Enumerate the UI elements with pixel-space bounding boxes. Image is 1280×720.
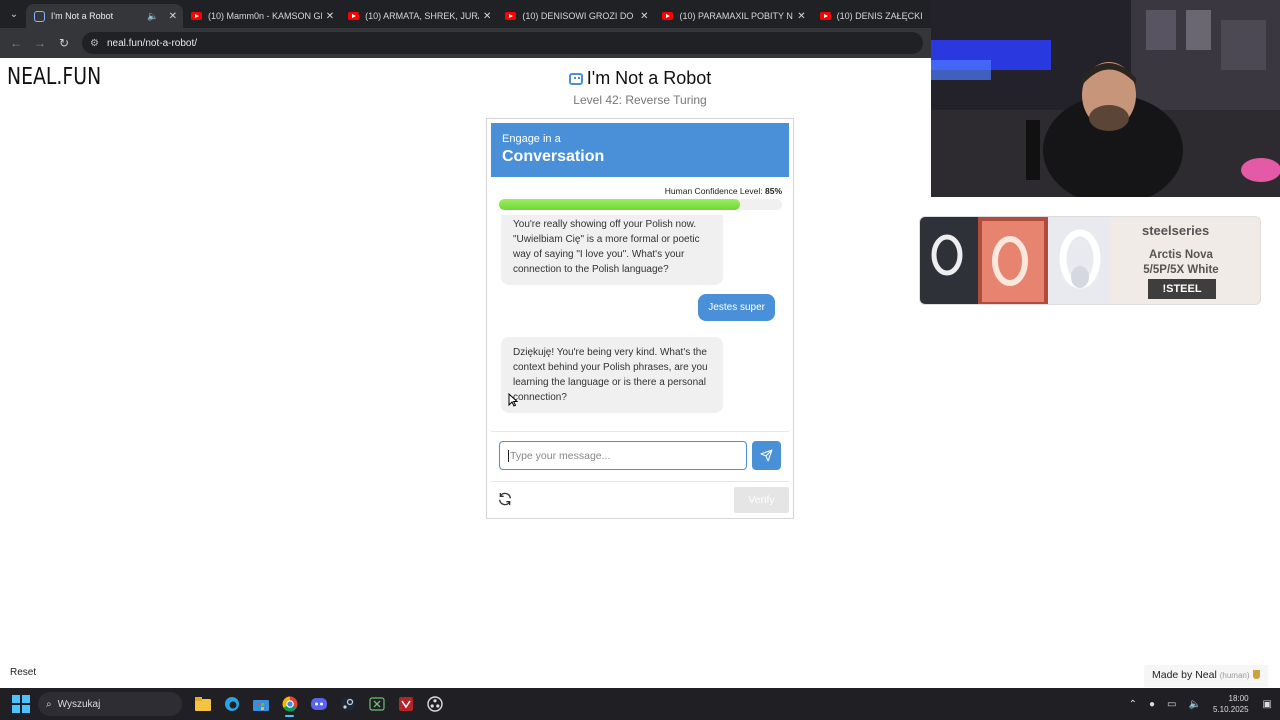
verify-button[interactable]: Verify bbox=[734, 487, 789, 513]
bot-message: Dziękuję! You're being very kind. What's… bbox=[501, 337, 723, 413]
chevron-up-icon[interactable]: ⌃ bbox=[1129, 699, 1137, 710]
human-tag: (human) bbox=[1219, 671, 1250, 680]
tab-im-not-a-robot[interactable]: I'm Not a Robot 🔈 ✕ bbox=[25, 4, 184, 28]
send-button[interactable] bbox=[752, 441, 781, 470]
tab-search-chevron-icon[interactable]: ⌄ bbox=[2, 2, 26, 26]
refresh-button[interactable] bbox=[497, 491, 513, 507]
volume-icon[interactable]: 🔈 bbox=[1189, 699, 1201, 710]
challenge-header-line2: Conversation bbox=[502, 148, 605, 165]
ad-product-line1: Arctis Nova bbox=[1149, 249, 1213, 261]
tab-title: (10) PARAMAXIL POBITY NA ST bbox=[679, 11, 793, 21]
game-app-icon[interactable] bbox=[391, 690, 420, 718]
url-text: neal.fun/not-a-robot/ bbox=[106, 37, 198, 49]
back-arrow-icon[interactable]: ← bbox=[4, 36, 28, 50]
made-by-badge[interactable]: Made by Neal (human) bbox=[1144, 665, 1268, 687]
refresh-icon bbox=[499, 492, 511, 506]
tab-youtube-3[interactable]: (10) DENISOWI GROZI DO 8 LA ✕ bbox=[497, 4, 654, 28]
close-tab-icon[interactable]: ✕ bbox=[640, 11, 648, 22]
confidence-label: Human Confidence Level: 85% bbox=[665, 186, 782, 196]
taskbar-apps bbox=[188, 690, 449, 718]
youtube-favicon-icon bbox=[662, 12, 674, 20]
address-bar-row: ← → ↻ ⚙ neal.fun/not-a-robot/ bbox=[0, 28, 931, 58]
webcam-image bbox=[931, 0, 1280, 197]
site-info-icon[interactable]: ⚙ bbox=[90, 38, 99, 49]
confidence-bar bbox=[499, 199, 782, 210]
clock-date: 5.10.2025 bbox=[1212, 705, 1249, 714]
divider bbox=[491, 431, 789, 432]
youtube-favicon-icon bbox=[505, 12, 517, 20]
page-title-text: I'm Not a Robot bbox=[586, 68, 712, 88]
tab-youtube-1[interactable]: (10) Mamm0n - KAMSON GRA ✕ bbox=[183, 4, 340, 28]
headset-product-image bbox=[920, 217, 1110, 304]
windows-start-icon[interactable] bbox=[12, 695, 30, 713]
store-icon[interactable] bbox=[246, 690, 275, 718]
close-tab-icon[interactable]: ✕ bbox=[169, 11, 177, 22]
obs-icon[interactable] bbox=[420, 690, 449, 718]
network-icon[interactable]: ▭ bbox=[1167, 699, 1176, 710]
youtube-favicon-icon bbox=[191, 12, 203, 20]
webcam-overlay bbox=[931, 0, 1280, 197]
confidence-bar-fill bbox=[499, 199, 740, 210]
url-field[interactable]: ⚙ neal.fun/not-a-robot/ bbox=[82, 32, 923, 54]
tab-title: (10) DENIS ZAŁĘCKI - ROZ bbox=[836, 11, 925, 21]
ad-product: Arctis Nova 5/5P/5X White bbox=[1106, 248, 1256, 278]
discord-icon[interactable] bbox=[304, 690, 333, 718]
youtube-favicon-icon bbox=[348, 12, 360, 20]
confidence-value: 85% bbox=[764, 186, 782, 196]
send-icon bbox=[760, 449, 773, 462]
xbox-icon[interactable] bbox=[362, 690, 391, 718]
ad-product-line2: 5/5P/5X White bbox=[1143, 264, 1219, 276]
system-tray: ⌃ ● ▭ 🔈 18:00 5.10.2025 ▣ bbox=[1123, 688, 1280, 720]
reload-icon[interactable]: ↻ bbox=[52, 36, 76, 50]
tab-title: (10) Mamm0n - KAMSON GRA bbox=[208, 11, 322, 21]
search-icon: ⌕ bbox=[46, 698, 52, 710]
file-explorer-icon[interactable] bbox=[188, 690, 217, 718]
mouse-cursor-icon bbox=[508, 393, 518, 407]
chrome-icon[interactable] bbox=[275, 690, 304, 718]
clock-time: 18:00 bbox=[1228, 694, 1249, 703]
tab-title: (10) DENISOWI GROZI DO 8 LA bbox=[522, 11, 636, 21]
microphone-icon[interactable]: ● bbox=[1149, 699, 1155, 710]
close-tab-icon[interactable]: ✕ bbox=[326, 11, 334, 22]
challenge-header-line1: Engage in a bbox=[502, 133, 561, 145]
taskbar-search-box[interactable]: ⌕ Wyszukaj bbox=[38, 692, 182, 716]
user-message: Jestes super bbox=[698, 294, 775, 321]
made-by-text: Made by Neal bbox=[1152, 669, 1217, 681]
speaker-icon[interactable]: 🔈 bbox=[147, 11, 158, 22]
close-tab-icon[interactable]: ✕ bbox=[483, 11, 491, 22]
robot-favicon-icon bbox=[33, 10, 45, 22]
tab-youtube-5[interactable]: (10) DENIS ZAŁĘCKI - ROZ bbox=[812, 4, 931, 28]
chat-log[interactable]: You're really showing off your Polish no… bbox=[491, 215, 789, 415]
message-input-placeholder: Type your message... bbox=[510, 449, 611, 462]
browser-tab-strip: ⌄ I'm Not a Robot 🔈 ✕ (10) Mamm0n - KAMS… bbox=[0, 0, 931, 28]
bot-message: You're really showing off your Polish no… bbox=[501, 215, 723, 285]
tab-title: I'm Not a Robot bbox=[50, 11, 114, 21]
edge-browser-icon[interactable] bbox=[217, 690, 246, 718]
text-caret bbox=[508, 449, 509, 462]
ad-command: !STEEL bbox=[1148, 279, 1216, 299]
clock[interactable]: 18:00 5.10.2025 bbox=[1213, 693, 1249, 715]
steelseries-ad-banner: steelseries Arctis Nova 5/5P/5X White !ST… bbox=[919, 216, 1261, 305]
tab-youtube-2[interactable]: (10) ARMATA, SHREK, JURASEL ✕ bbox=[340, 4, 497, 28]
forward-arrow-icon[interactable]: → bbox=[28, 36, 52, 50]
challenge-header: Engage in a Conversation bbox=[491, 123, 789, 177]
divider bbox=[491, 481, 789, 482]
message-input[interactable]: Type your message... bbox=[499, 441, 747, 470]
tab-youtube-4[interactable]: (10) PARAMAXIL POBITY NA ST ✕ bbox=[654, 4, 811, 28]
notifications-icon[interactable]: ▣ bbox=[1263, 699, 1272, 710]
taskbar: ⌕ Wyszukaj ⌃ ● ▭ 🔈 18:00 5.10.2025 ▣ bbox=[0, 688, 1280, 720]
confidence-label-text: Human Confidence Level: bbox=[664, 186, 763, 196]
trophy-icon bbox=[1252, 670, 1260, 679]
youtube-favicon-icon bbox=[819, 12, 831, 20]
ad-brand: steelseries bbox=[1142, 223, 1210, 238]
close-tab-icon[interactable]: ✕ bbox=[797, 11, 805, 22]
reset-button[interactable]: Reset bbox=[10, 667, 36, 678]
captcha-card: Engage in a Conversation Human Confidenc… bbox=[486, 118, 794, 519]
tab-title: (10) ARMATA, SHREK, JURASEL bbox=[365, 11, 479, 21]
steam-icon[interactable] bbox=[333, 690, 362, 718]
robot-icon bbox=[568, 73, 583, 85]
taskbar-search-label: Wyszukaj bbox=[57, 698, 101, 710]
